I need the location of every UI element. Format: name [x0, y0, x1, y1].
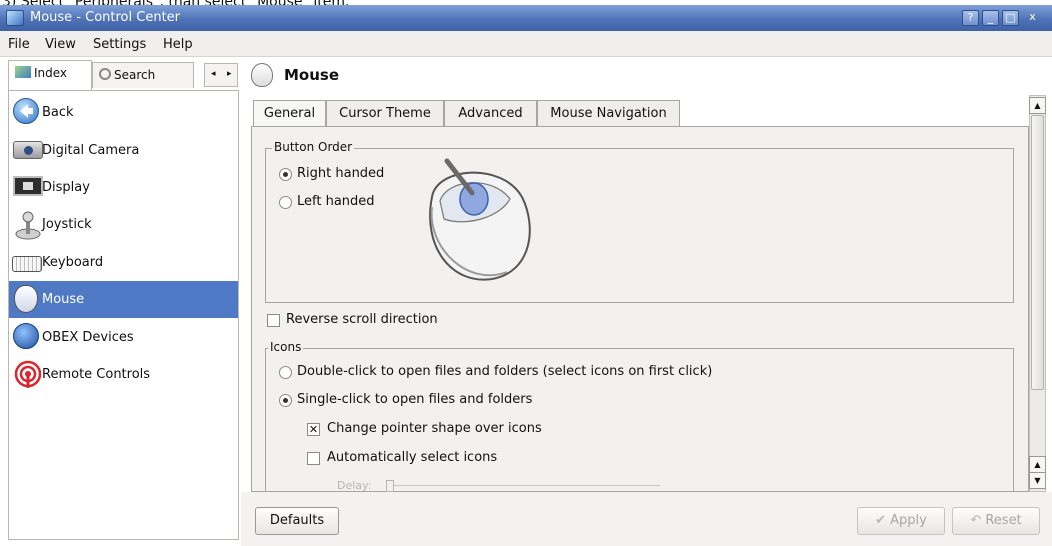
mouse-illustration	[412, 157, 547, 287]
sidebar-item-digital-camera[interactable]: Digital Camera	[9, 132, 238, 169]
sidebar-tabs: Index Search ◂ ▸	[8, 60, 239, 90]
camera-icon	[13, 141, 43, 159]
auto-select-checkbox[interactable]	[307, 452, 320, 465]
menu-help[interactable]: Help	[163, 37, 193, 52]
sidebar-item-back[interactable]: Back	[9, 94, 238, 131]
help-window-button[interactable]: ?	[962, 10, 979, 26]
page-title: Mouse	[284, 66, 340, 84]
scroll-down-button[interactable]: ▼	[1029, 472, 1046, 489]
mouse-page-icon	[251, 63, 273, 87]
tab-mouse-navigation-label: Mouse Navigation	[550, 106, 667, 121]
obex-globe-icon	[13, 323, 39, 349]
sidebar-item-label: OBEX Devices	[42, 330, 134, 345]
sidebar-item-label: Remote Controls	[42, 367, 151, 382]
joystick-icon	[13, 210, 43, 240]
tab-advanced[interactable]: Advanced	[444, 100, 537, 127]
window-titlebar[interactable]: Mouse - Control Center ? _ □ x	[0, 5, 1052, 31]
defaults-button-label: Defaults	[269, 513, 325, 528]
tab-general[interactable]: General	[253, 100, 326, 128]
keyboard-icon	[12, 256, 42, 272]
reset-button[interactable]: ↶ Reset	[952, 507, 1040, 535]
sidebar-item-label: Mouse	[42, 292, 85, 307]
sidebar-item-mouse[interactable]: Mouse	[9, 281, 238, 318]
icons-legend: Icons	[268, 340, 304, 354]
apply-check-icon: ✔	[875, 513, 891, 528]
tab-index-label: Index	[34, 66, 68, 80]
sidebar-item-joystick[interactable]: Joystick	[9, 206, 238, 243]
delay-slider-track[interactable]	[394, 485, 660, 486]
sidebar-item-obex-devices[interactable]: OBEX Devices	[9, 319, 238, 356]
tab-advanced-label: Advanced	[458, 106, 523, 121]
scrollbar-thumb[interactable]	[1031, 115, 1044, 390]
display-icon	[13, 176, 43, 196]
sidebar-item-remote-controls[interactable]: Remote Controls	[9, 356, 238, 393]
apply-button[interactable]: ✔ Apply	[857, 507, 945, 535]
reverse-scroll-label[interactable]: Reverse scroll direction	[286, 312, 438, 327]
mouse-icon	[14, 285, 38, 313]
change-pointer-label[interactable]: Change pointer shape over icons	[327, 421, 542, 436]
reverse-scroll-checkbox[interactable]	[267, 314, 280, 327]
scroll-up-lower-button[interactable]: ▲	[1029, 456, 1046, 473]
tab-scroll-left-icon[interactable]: ◂	[211, 69, 216, 79]
sidebar-item-label: Back	[42, 105, 74, 120]
single-click-radio[interactable]	[279, 394, 292, 407]
apply-button-label: Apply	[890, 513, 927, 528]
auto-select-label[interactable]: Automatically select icons	[327, 450, 497, 465]
change-pointer-checkbox[interactable]: ✕	[307, 423, 320, 436]
sidebar-item-keyboard[interactable]: Keyboard	[9, 244, 238, 281]
tab-scroll-right-icon[interactable]: ▸	[227, 69, 232, 79]
menubar: File View Settings Help	[0, 31, 1052, 57]
reset-arrow-icon: ↶	[970, 513, 986, 528]
menu-view[interactable]: View	[45, 37, 76, 52]
general-tab-panel: Button Order Right handed Left handed Re…	[251, 126, 1029, 508]
sidebar-item-label: Joystick	[42, 217, 92, 232]
search-icon	[99, 68, 111, 80]
sidebar-item-label: Keyboard	[42, 255, 104, 270]
sidebar-item-label: Digital Camera	[42, 143, 140, 158]
close-button[interactable]: x	[1024, 10, 1041, 26]
left-handed-radio[interactable]	[279, 196, 292, 209]
tab-scroll-arrows[interactable]: ◂ ▸	[204, 63, 238, 87]
tab-search[interactable]: Search	[92, 62, 194, 88]
sidebar-item-label: Display	[42, 180, 90, 195]
reset-button-label: Reset	[985, 513, 1022, 528]
maximize-button[interactable]: □	[1002, 10, 1019, 26]
remote-signal-icon	[13, 360, 43, 388]
index-icon	[15, 66, 31, 78]
sidebar-item-display[interactable]: Display	[9, 169, 238, 206]
tab-general-label: General	[263, 106, 316, 121]
minimize-button[interactable]: _	[982, 10, 999, 26]
menu-settings[interactable]: Settings	[93, 37, 146, 52]
tab-cursor-theme-label: Cursor Theme	[339, 106, 431, 121]
double-click-radio[interactable]	[279, 366, 292, 379]
tab-cursor-theme[interactable]: Cursor Theme	[326, 100, 444, 127]
tab-index[interactable]: Index	[8, 60, 92, 90]
tab-search-label: Search	[114, 68, 156, 82]
menu-file[interactable]: File	[8, 37, 30, 52]
tab-mouse-navigation[interactable]: Mouse Navigation	[537, 100, 680, 127]
right-handed-radio[interactable]	[279, 168, 292, 181]
delay-label: Delay:	[337, 479, 372, 492]
delay-slider-handle[interactable]	[386, 480, 394, 492]
left-handed-label[interactable]: Left handed	[297, 194, 375, 209]
sidebar-list: Back Digital Camera Display Joystick Key…	[8, 90, 239, 540]
double-click-label[interactable]: Double-click to open files and folders (…	[297, 364, 712, 379]
button-order-legend: Button Order	[272, 140, 355, 154]
defaults-button[interactable]: Defaults	[255, 507, 339, 535]
window-title: Mouse - Control Center	[30, 10, 181, 25]
control-center-icon	[6, 10, 24, 26]
back-arrow-icon	[13, 98, 39, 124]
scroll-up-button[interactable]: ▲	[1029, 97, 1046, 114]
right-handed-label[interactable]: Right handed	[297, 166, 384, 181]
single-click-label[interactable]: Single-click to open files and folders	[297, 392, 532, 407]
